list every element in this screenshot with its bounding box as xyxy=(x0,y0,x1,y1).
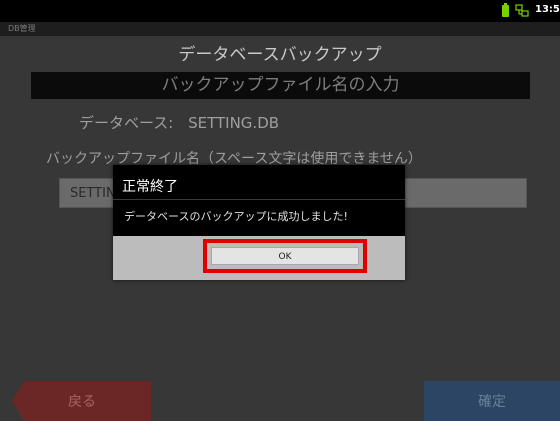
network-icon xyxy=(515,4,529,17)
database-row: データベース: SETTING.DB xyxy=(79,112,279,133)
ok-button-highlight: OK xyxy=(203,239,367,273)
app-title: DB管理 xyxy=(8,24,36,33)
back-button-label: 戻る xyxy=(68,394,96,410)
status-bar: 13:57 xyxy=(0,0,560,22)
clock: 13:57 xyxy=(535,4,560,15)
dialog-message: データベースのバックアップに成功しました! xyxy=(124,210,348,223)
back-button[interactable]: 戻る xyxy=(12,381,151,421)
database-value: SETTING.DB xyxy=(188,114,280,132)
dialog-title: 正常終了 xyxy=(122,179,178,195)
battery-icon xyxy=(502,3,509,17)
ok-button[interactable]: OK xyxy=(211,247,359,265)
success-dialog: 正常終了 データベースのバックアップに成功しました! OK xyxy=(113,165,405,280)
dialog-footer: OK xyxy=(113,236,405,280)
confirm-button-label: 確定 xyxy=(478,394,506,410)
database-label: データベース: xyxy=(79,114,174,132)
section-banner: バックアップファイル名の入力 xyxy=(31,72,530,99)
app-title-bar: DB管理 xyxy=(0,22,560,36)
confirm-button[interactable]: 確定 xyxy=(424,381,560,421)
page-title: データベースバックアップ xyxy=(178,45,382,65)
dialog-divider xyxy=(113,199,405,200)
